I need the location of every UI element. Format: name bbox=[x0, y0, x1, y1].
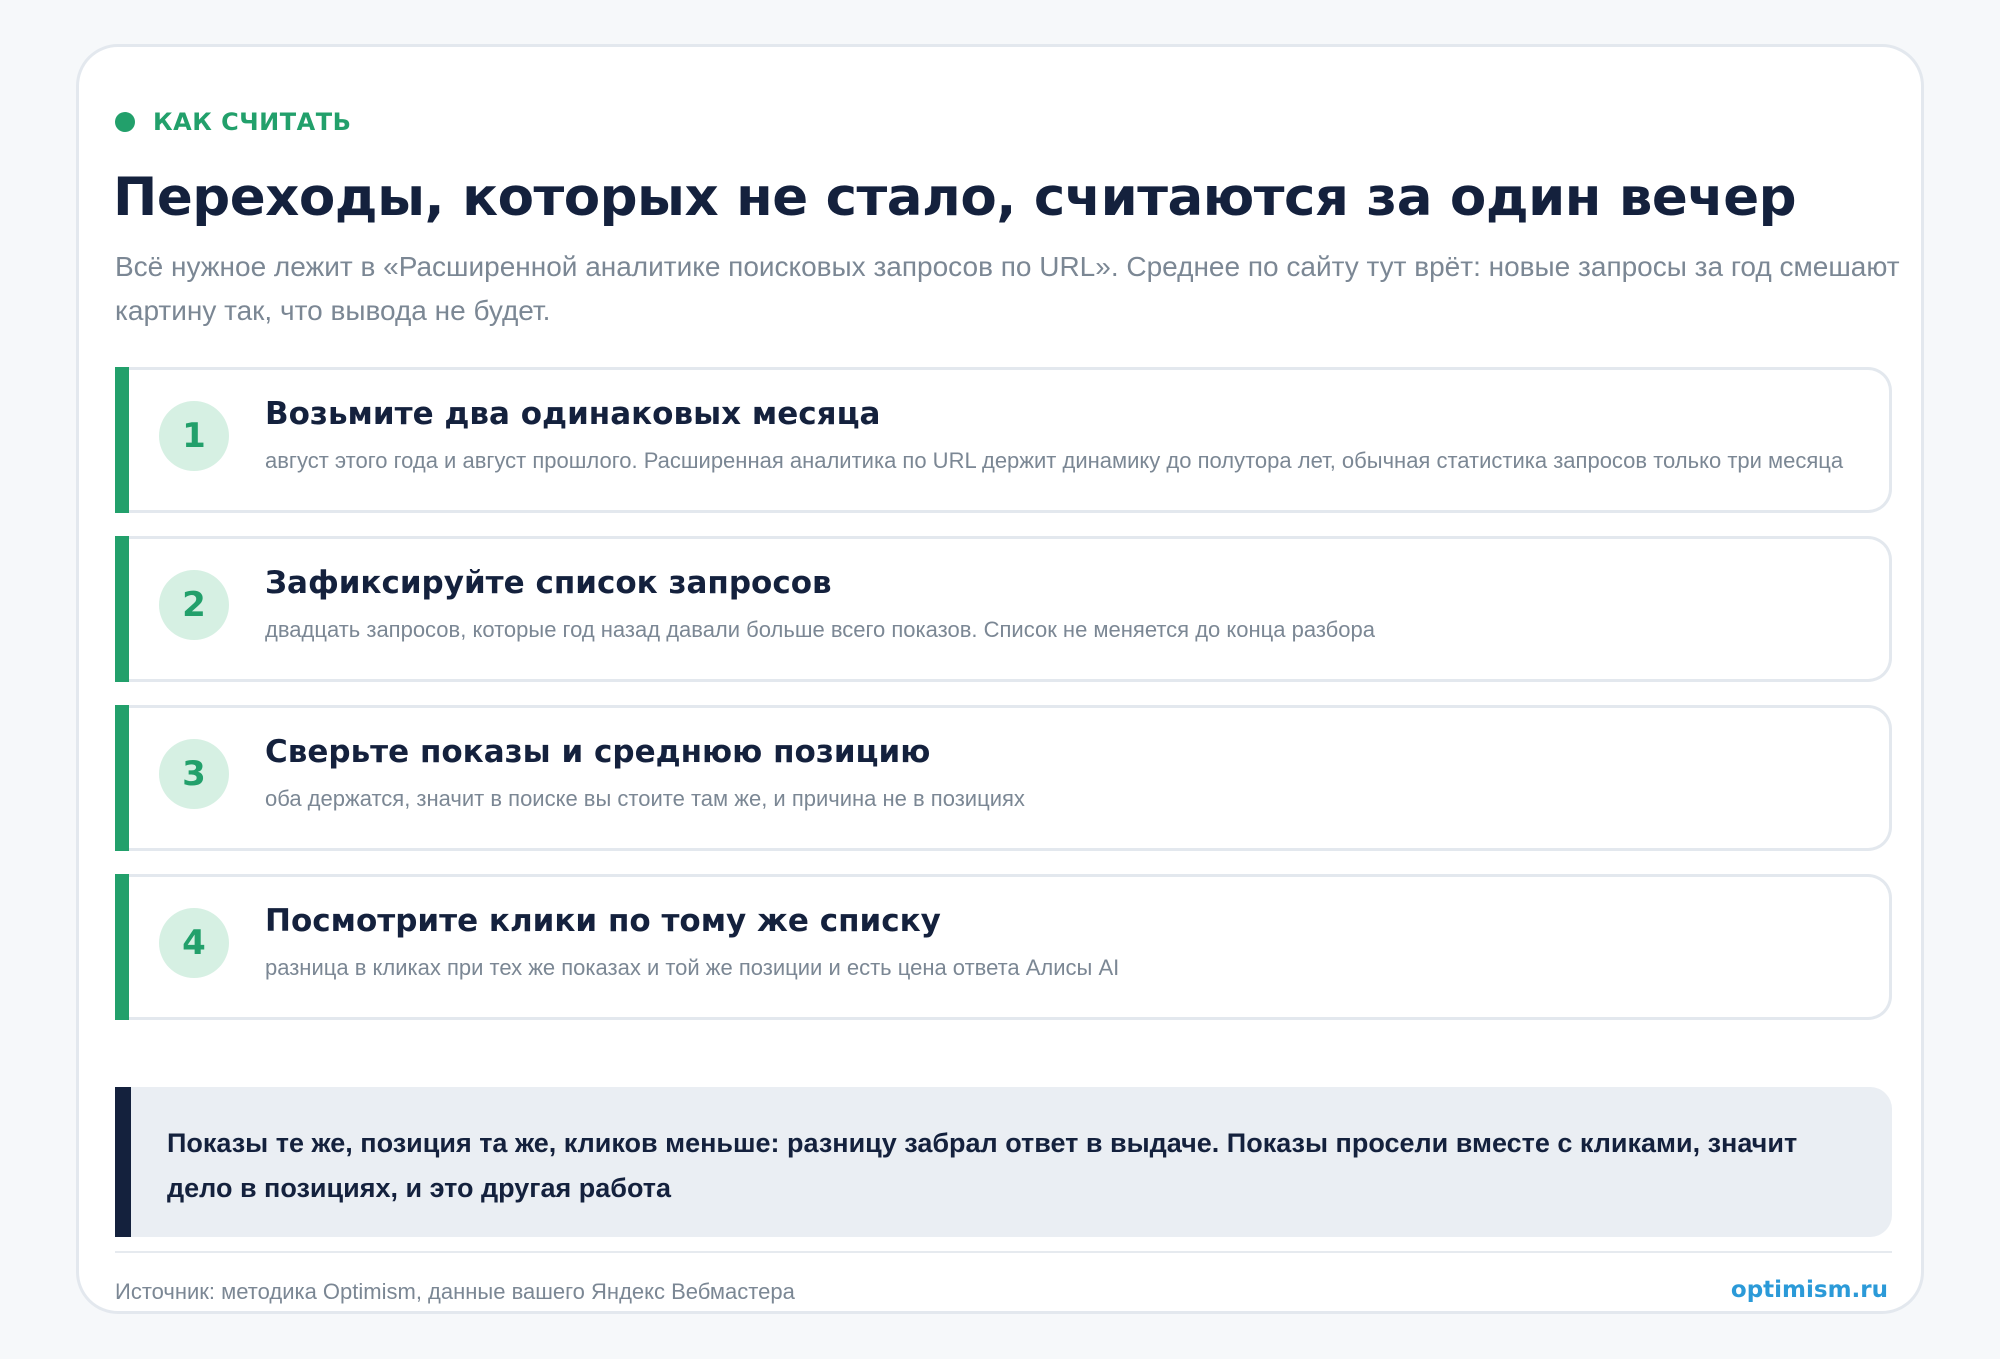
step-title: Зафиксируйте список запросов bbox=[265, 565, 832, 601]
footer-divider bbox=[115, 1251, 1892, 1253]
step-item: 4 Посмотрите клики по тому же списку раз… bbox=[115, 874, 1892, 1020]
step-description: август этого года и август прошлого. Рас… bbox=[265, 448, 1844, 473]
conclusion-note: Показы те же, позиция та же, кликов мень… bbox=[115, 1087, 1892, 1237]
brand-link[interactable]: optimism.ru bbox=[1731, 1277, 1888, 1303]
step-title: Возьмите два одинаковых месяца bbox=[265, 396, 881, 432]
step-item: 1 Возьмите два одинаковых месяца август … bbox=[115, 367, 1892, 513]
step-description: оба держатся, значит в поиске вы стоите … bbox=[265, 786, 1025, 811]
step-number-badge: 1 bbox=[159, 401, 229, 471]
eyebrow-dot-icon bbox=[115, 112, 135, 132]
step-title: Посмотрите клики по тому же списку bbox=[265, 903, 941, 939]
page-subtitle: Всё нужное лежит в «Расширенной аналитик… bbox=[115, 251, 1900, 326]
step-description: разница в кликах при тех же показах и то… bbox=[265, 955, 1120, 980]
step-title: Сверьте показы и среднюю позицию bbox=[265, 734, 931, 770]
eyebrow: КАК СЧИТАТЬ bbox=[115, 105, 351, 139]
step-item: 2 Зафиксируйте список запросов двадцать … bbox=[115, 536, 1892, 682]
steps-list: 1 Возьмите два одинаковых месяца август … bbox=[115, 367, 1892, 1043]
step-number-badge: 3 bbox=[159, 739, 229, 809]
step-description: двадцать запросов, которые год назад дав… bbox=[265, 617, 1375, 642]
source-caption: Источник: методика Optimism, данные ваше… bbox=[115, 1279, 795, 1304]
step-number-badge: 4 bbox=[159, 908, 229, 978]
content-card: КАК СЧИТАТЬ Переходы, которых не стало, … bbox=[76, 44, 1924, 1314]
page-title: Переходы, которых не стало, считаются за… bbox=[113, 167, 1797, 228]
step-item: 3 Сверьте показы и среднюю позицию оба д… bbox=[115, 705, 1892, 851]
eyebrow-label: КАК СЧИТАТЬ bbox=[153, 108, 352, 136]
step-number-badge: 2 bbox=[159, 570, 229, 640]
